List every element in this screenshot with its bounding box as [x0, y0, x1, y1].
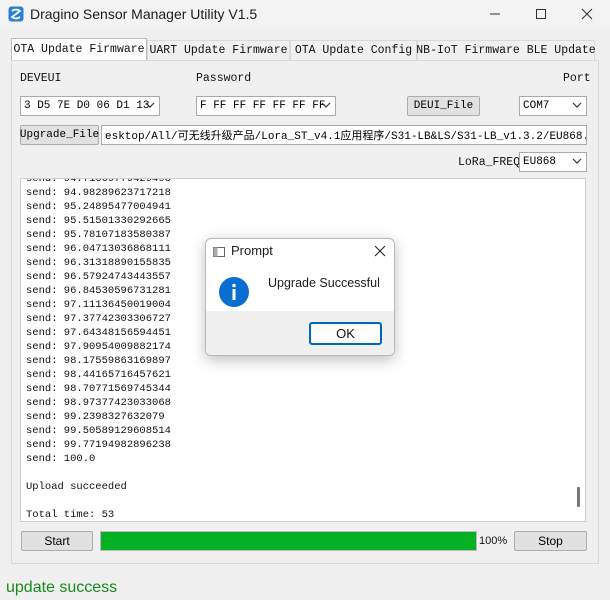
- close-icon: [581, 8, 593, 20]
- log-line: send: 99.2398327632079: [26, 411, 165, 423]
- window-title: Dragino Sensor Manager Utility V1.5: [30, 6, 258, 22]
- progress-fill: [101, 532, 476, 550]
- log-line: send: 98.97377423033068: [26, 397, 171, 409]
- app-logo-icon: [8, 6, 24, 22]
- file-path-input[interactable]: esktop/All/可无线升级产品/Lora_ST_v4.1应用程序/S31-…: [101, 125, 587, 145]
- log-line: send: 97.90954009882174: [26, 341, 171, 353]
- log-line: send: 99.77194982896238: [26, 439, 171, 451]
- deveui-value: 3 D5 7E D0 06 D1 13: [24, 100, 150, 112]
- port-label: Port: [563, 72, 591, 85]
- password-value: F FF FF FF FF FF FF: [200, 100, 326, 112]
- log-line: Total time: 53: [26, 509, 115, 521]
- log-line: send: 96.57924743443557: [26, 271, 171, 283]
- lora-freq-value: EU868: [523, 156, 557, 168]
- port-value: COM7: [523, 100, 550, 112]
- dialog-footer: OK: [206, 311, 394, 355]
- dialog-close-button[interactable]: [366, 239, 394, 263]
- log-line: Upload succeeded: [26, 481, 127, 493]
- tab-uart-update-firmware[interactable]: UART Update Firmware: [147, 40, 290, 60]
- log-line: send: 94.98289623717218: [26, 187, 171, 199]
- tab-ota-update-firmware[interactable]: OTA Update Firmware: [11, 38, 147, 60]
- deveui-label: DEVEUI: [20, 72, 62, 85]
- chevron-down-icon: [572, 102, 582, 108]
- progress-bar: [100, 531, 477, 551]
- ok-button[interactable]: OK: [309, 322, 382, 345]
- status-text: update success: [6, 579, 118, 596]
- info-icon: [219, 277, 249, 307]
- log-line: send: 98.44165716457621: [26, 369, 171, 381]
- lora-freq-select[interactable]: EU868: [519, 152, 587, 172]
- log-line: send: 99.50589129608514: [26, 425, 171, 437]
- title-bar: Dragino Sensor Manager Utility V1.5: [0, 0, 610, 28]
- log-line: send: 97.37742303306727: [26, 313, 171, 325]
- log-line: send: 95.24895477004941: [26, 201, 171, 213]
- tab-nb-iot-firmware-ble-update[interactable]: NB-IoT Firmware BLE Update: [416, 40, 596, 60]
- log-line: send: 96.31318890155835: [26, 257, 171, 269]
- chevron-down-icon: [145, 102, 155, 108]
- dialog-title: Prompt: [231, 243, 273, 258]
- log-line: send: 100.0: [26, 453, 96, 465]
- lora-freq-label: LoRa_FREQ: [458, 156, 521, 169]
- log-line: send: 96.04713036868111: [26, 243, 171, 255]
- log-line: send: 98.17559863169897: [26, 355, 171, 367]
- password-label: Password: [196, 72, 252, 85]
- log-line: send: 97.64348156594451: [26, 327, 171, 339]
- log-line: send: 96.84530596731281: [26, 285, 171, 297]
- tab-ota-update-config[interactable]: OTA Update Config: [290, 40, 417, 60]
- chevron-down-icon: [321, 102, 331, 108]
- dialog-window-icon: [213, 247, 225, 257]
- minimize-icon: [490, 13, 500, 15]
- log-line: send: 97.11136450019004: [26, 299, 171, 311]
- log-line: send: 98.70771569745344: [26, 383, 171, 395]
- close-icon: [374, 245, 386, 257]
- log-line: send: 95.51501330292665: [26, 215, 171, 227]
- dialog-message: Upgrade Successful: [268, 276, 380, 290]
- log-line: send: 94.71669779429493: [26, 178, 171, 185]
- maximize-button[interactable]: [518, 0, 564, 28]
- progress-label: 100%: [479, 535, 508, 547]
- log-line: send: 95.78107183580387: [26, 229, 171, 241]
- stop-button[interactable]: Stop: [514, 531, 587, 551]
- deveui-file-button[interactable]: DEUI_File: [407, 96, 480, 116]
- prompt-dialog: Prompt Upgrade Successful OK: [205, 238, 395, 356]
- port-select[interactable]: COM7: [519, 96, 587, 116]
- start-button[interactable]: Start: [21, 531, 93, 551]
- minimize-button[interactable]: [472, 0, 518, 28]
- password-select[interactable]: F FF FF FF FF FF FF: [196, 96, 336, 116]
- deveui-select[interactable]: 3 D5 7E D0 06 D1 13: [20, 96, 160, 116]
- upgrade-file-button[interactable]: Upgrade_File: [20, 125, 99, 145]
- log-scrollbar-thumb[interactable]: [577, 487, 580, 507]
- chevron-down-icon: [572, 158, 582, 164]
- close-window-button[interactable]: [564, 0, 610, 28]
- maximize-icon: [536, 9, 546, 19]
